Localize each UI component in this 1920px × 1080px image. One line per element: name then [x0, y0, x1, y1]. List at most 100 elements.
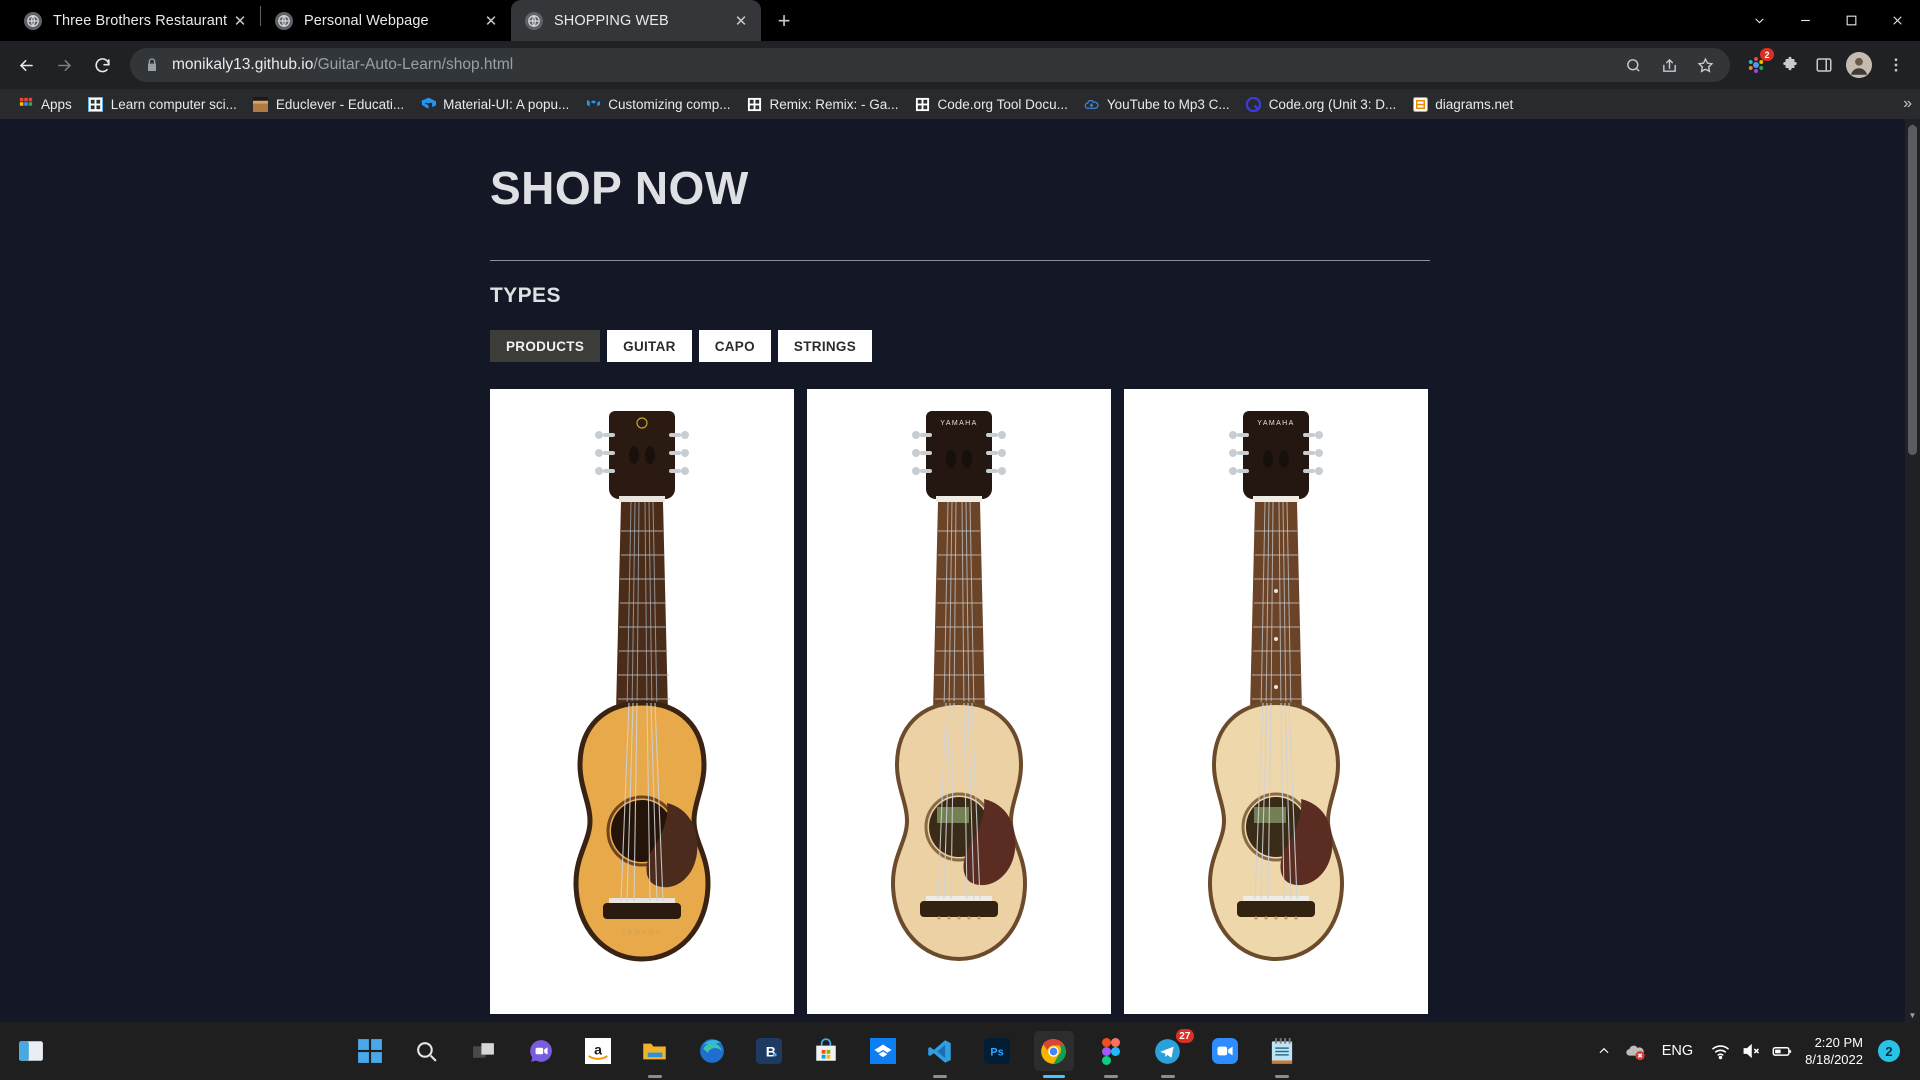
bookmark-label: Code.org Tool Docu... [937, 96, 1068, 112]
bookmark-label: diagrams.net [1435, 96, 1514, 112]
grid-icon [915, 96, 931, 112]
browser-tab-0[interactable]: Three Brothers Restaurant ✕ [10, 0, 260, 41]
tab-title: Personal Webpage [304, 12, 429, 29]
taskbar-left-widget[interactable] [0, 1038, 62, 1064]
page-scrollbar[interactable]: ▲ ▼ [1905, 119, 1920, 1022]
close-icon[interactable]: ✕ [731, 11, 751, 31]
file-explorer-icon[interactable] [635, 1031, 675, 1071]
browser-tab-2[interactable]: SHOPPING WEB ✕ [511, 0, 761, 41]
scrollbar-thumb[interactable] [1908, 125, 1917, 455]
acoustic-guitar-natural-2-image: YAMAHA [1207, 411, 1345, 962]
grid-icon [747, 96, 763, 112]
photoshop-icon[interactable]: Ps [977, 1031, 1017, 1071]
share-icon[interactable] [1656, 52, 1682, 78]
bookmark-learn-computer-sci[interactable]: Learn computer sci... [80, 92, 245, 116]
back-arrow-icon[interactable] [8, 47, 44, 83]
acoustic-guitar-natural-1-image: YAMAHA [890, 411, 1028, 962]
chat-video-icon[interactable] [521, 1031, 561, 1071]
tab-title: SHOPPING WEB [554, 12, 669, 29]
maximize-icon[interactable] [1828, 0, 1874, 41]
product-card[interactable]: YAMAHA [1124, 389, 1428, 1014]
bookmark-remix[interactable]: Remix: Remix: - Ga... [739, 92, 907, 116]
onedrive-error-icon[interactable] [1621, 1034, 1649, 1068]
microsoft-store-icon[interactable] [806, 1031, 846, 1071]
chrome-browser-window: Three Brothers Restaurant ✕ Personal Web… [0, 0, 1920, 1022]
clock[interactable]: 2:20 PM 8/18/2022 [1799, 1034, 1875, 1068]
bookmark-youtube-to-mp3[interactable]: YouTube to Mp3 C... [1076, 92, 1238, 116]
bookmark-apps[interactable]: Apps [10, 92, 80, 116]
apps-grid-icon [18, 96, 34, 112]
bookmark-label: Customizing comp... [608, 96, 731, 112]
notification-badge[interactable]: 2 [1878, 1040, 1900, 1062]
windows-taskbar: a B Ps 27 ENG 2:20 PM 8/18/2022 2 [0, 1022, 1920, 1080]
bookmark-material-ui[interactable]: Material-UI: A popu... [412, 92, 577, 116]
chevron-up-icon[interactable] [1590, 1034, 1618, 1068]
close-icon[interactable] [1874, 0, 1920, 41]
zoom-icon[interactable] [1205, 1031, 1245, 1071]
filter-button-strings[interactable]: STRINGS [777, 330, 873, 362]
product-card[interactable]: YAMAHA [807, 389, 1111, 1014]
volume-muted-icon[interactable] [1737, 1034, 1765, 1068]
close-icon[interactable]: ✕ [481, 11, 501, 31]
bookmark-label: Code.org (Unit 3: D... [1268, 96, 1397, 112]
globe-icon [275, 11, 293, 30]
dropbox-icon[interactable] [863, 1031, 903, 1071]
filter-button-group: PRODUCTS GUITAR CAPO STRINGS [490, 330, 1430, 362]
new-tab-button[interactable]: + [767, 4, 801, 38]
shop-content: SHOP NOW TYPES PRODUCTS GUITAR CAPO STRI… [490, 119, 1430, 1014]
telegram-icon[interactable]: 27 [1148, 1029, 1194, 1071]
google-chrome-icon[interactable] [1033, 1031, 1074, 1071]
minimize-icon[interactable] [1782, 0, 1828, 41]
extensions-icon[interactable] [1774, 49, 1806, 81]
battery-icon[interactable] [1768, 1034, 1796, 1068]
filter-button-guitar[interactable]: GUITAR [607, 330, 692, 362]
more-vertical-icon[interactable] [1880, 49, 1912, 81]
extension-puzzle-colored-icon[interactable]: 2 [1740, 48, 1774, 81]
svg-text:YAMAHA: YAMAHA [1257, 420, 1294, 427]
language-indicator[interactable]: ENG [1652, 1043, 1703, 1059]
amazon-icon[interactable]: a [578, 1031, 618, 1071]
filter-button-products[interactable]: PRODUCTS [490, 330, 601, 362]
vs-code-icon[interactable] [920, 1031, 960, 1071]
windows-start-icon[interactable] [350, 1031, 390, 1071]
cloud-download-icon [1084, 96, 1100, 112]
bookmark-customizing-comp[interactable]: Customizing comp... [577, 92, 738, 116]
bookmark-educlever[interactable]: Educlever - Educati... [245, 92, 412, 116]
product-grid: YAMAHA YAMAHA YAMAHA [490, 389, 1430, 1014]
sidepanel-icon[interactable] [1808, 49, 1840, 81]
wifi-icon[interactable] [1706, 1034, 1734, 1068]
filter-button-capo[interactable]: CAPO [698, 330, 771, 362]
scroll-down-arrow-icon[interactable]: ▼ [1905, 1008, 1920, 1022]
page-title: SHOP NOW [490, 162, 749, 214]
search-icon[interactable] [1620, 52, 1646, 78]
diagrams-icon [1412, 96, 1428, 112]
acoustic-guitar-amber-image: YAMAHA [573, 411, 711, 962]
microsoft-edge-icon[interactable] [692, 1031, 732, 1071]
profile-avatar[interactable] [1846, 52, 1872, 78]
globe-icon [24, 11, 42, 30]
search-icon[interactable] [407, 1031, 447, 1071]
reload-icon[interactable] [84, 47, 120, 83]
bookmarks-overflow-button[interactable]: » [1903, 95, 1912, 113]
bookmark-codeorg-unit3[interactable]: Code.org (Unit 3: D... [1238, 92, 1405, 116]
product-card[interactable]: YAMAHA [490, 389, 794, 1014]
svg-text:Ps: Ps [990, 1046, 1003, 1058]
url-domain: monikaly13.github.io [172, 56, 314, 73]
chevron-down-icon[interactable] [1736, 0, 1782, 41]
tab-title: Three Brothers Restaurant [53, 12, 228, 29]
brave-icon[interactable]: B [749, 1031, 789, 1071]
bookmark-codeorg-tool-docs[interactable]: Code.org Tool Docu... [907, 92, 1076, 116]
divider [490, 260, 1430, 261]
extension-badge: 2 [1760, 48, 1774, 61]
figma-icon[interactable] [1091, 1031, 1131, 1071]
window-controls [1736, 0, 1920, 41]
bookmark-label: Material-UI: A popu... [443, 96, 570, 112]
forward-arrow-icon[interactable] [46, 47, 82, 83]
bookmark-diagrams-net[interactable]: diagrams.net [1404, 92, 1521, 116]
address-bar[interactable]: monikaly13.github.io/Guitar-Auto-Learn/s… [130, 48, 1730, 82]
sticky-notes-icon[interactable] [1262, 1031, 1302, 1071]
task-view-icon[interactable] [464, 1031, 504, 1071]
close-icon[interactable]: ✕ [230, 11, 250, 31]
browser-tab-1[interactable]: Personal Webpage ✕ [261, 0, 511, 41]
star-icon[interactable] [1692, 52, 1718, 78]
